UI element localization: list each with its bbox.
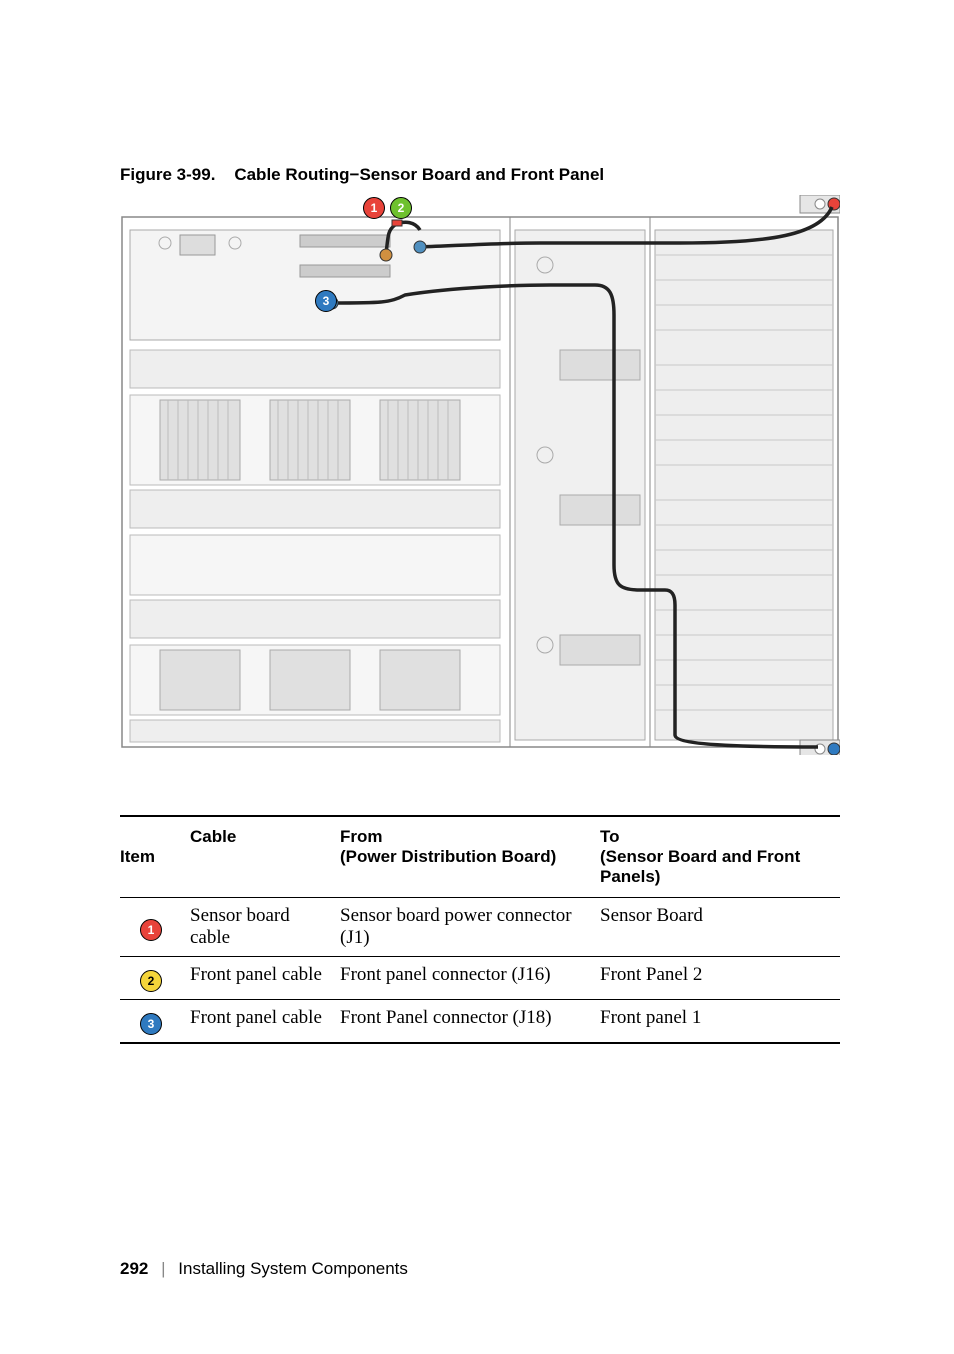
table-row: 1 Sensor board cable Sensor board power …	[120, 898, 840, 957]
table-row: 3 Front panel cable Front Panel connecto…	[120, 1000, 840, 1044]
table-row: 2 Front panel cable Front panel connecto…	[120, 957, 840, 1000]
callout-2-text: 2	[398, 201, 405, 215]
col-header-to: To (Sensor Board and Front Panels)	[600, 816, 840, 898]
figure-caption-prefix: Figure 3-99.	[120, 165, 215, 184]
cable-cell: Front panel cable	[190, 1000, 340, 1044]
callout-1: 1	[363, 197, 385, 219]
to-cell: Sensor Board	[600, 898, 840, 957]
cable-cell: Sensor board cable	[190, 898, 340, 957]
item-badge-cell: 1	[120, 898, 190, 957]
item-badge-cell: 2	[120, 957, 190, 1000]
to-cell: Front Panel 2	[600, 957, 840, 1000]
item-badge-3: 3	[140, 1013, 162, 1035]
col-header-to-main: To	[600, 827, 620, 846]
from-cell: Sensor board power connector (J1)	[340, 898, 600, 957]
col-header-from-main: From	[340, 827, 383, 846]
from-cell: Front Panel connector (J18)	[340, 1000, 600, 1044]
figure-caption-title: Cable Routing−Sensor Board and Front Pan…	[234, 165, 604, 184]
cable-cell: Front panel cable	[190, 957, 340, 1000]
item-badge-1: 1	[140, 919, 162, 941]
footer-separator: |	[161, 1259, 165, 1278]
chassis-schematic	[120, 195, 840, 755]
callout-3-text: 3	[323, 294, 330, 308]
page-footer: 292 | Installing System Components	[120, 1259, 408, 1279]
cable-routing-table: Item Cable From (Power Distribution Boar…	[120, 815, 840, 1044]
from-cell: Front panel connector (J16)	[340, 957, 600, 1000]
page-number: 292	[120, 1259, 148, 1278]
col-header-item: Item	[120, 816, 190, 898]
col-header-cable: Cable	[190, 816, 340, 898]
callout-3: 3	[315, 290, 337, 312]
figure-caption: Figure 3-99. Cable Routing−Sensor Board …	[120, 165, 844, 185]
item-badge-cell: 3	[120, 1000, 190, 1044]
col-header-from: From (Power Distribution Board)	[340, 816, 600, 898]
callout-1-text: 1	[371, 201, 378, 215]
footer-section: Installing System Components	[178, 1259, 408, 1278]
col-header-to-sub: (Sensor Board and Front Panels)	[600, 847, 832, 887]
col-header-from-sub: (Power Distribution Board)	[340, 847, 592, 867]
callout-2: 2	[390, 197, 412, 219]
to-cell: Front panel 1	[600, 1000, 840, 1044]
diagram-cable-routing: 1 2 3	[120, 195, 840, 755]
item-badge-2: 2	[140, 970, 162, 992]
